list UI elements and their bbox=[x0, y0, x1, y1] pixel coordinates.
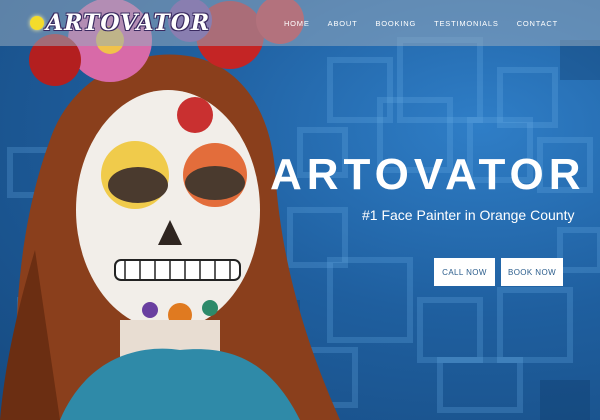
top-navbar: ARTOVATOR HOME ABOUT BOOKING TESTIMONIAL… bbox=[0, 0, 600, 46]
call-now-button[interactable]: CALL NOW bbox=[434, 258, 495, 286]
hero-title: ARTOVATOR bbox=[270, 150, 586, 199]
lightbulb-icon bbox=[30, 16, 44, 30]
book-now-button[interactable]: BOOK NOW bbox=[501, 258, 563, 286]
nav-booking[interactable]: BOOKING bbox=[375, 19, 416, 28]
site-logo[interactable]: ARTOVATOR bbox=[30, 8, 210, 38]
logo-text: ARTOVATOR bbox=[46, 10, 211, 36]
hero-subtitle: #1 Face Painter in Orange County bbox=[362, 207, 575, 223]
nav-home[interactable]: HOME bbox=[284, 19, 310, 28]
nav-contact[interactable]: CONTACT bbox=[517, 19, 558, 28]
main-nav: HOME ABOUT BOOKING TESTIMONIALS CONTACT bbox=[266, 0, 558, 46]
nav-about[interactable]: ABOUT bbox=[328, 19, 358, 28]
nav-testimonials[interactable]: TESTIMONIALS bbox=[434, 19, 499, 28]
